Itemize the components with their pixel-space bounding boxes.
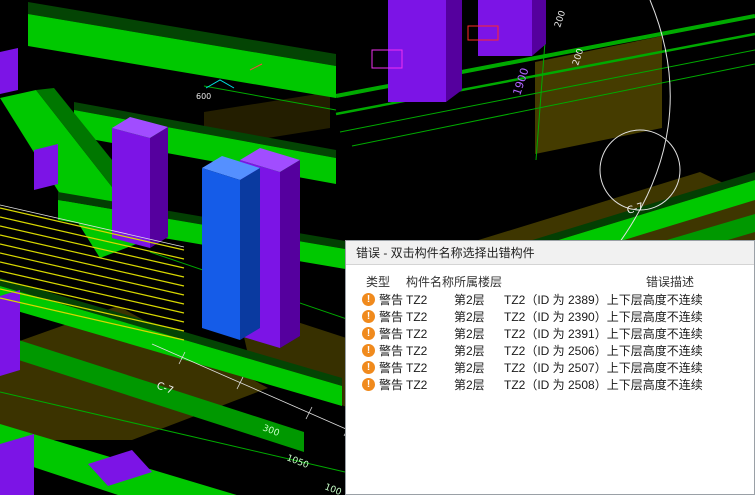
error-component-name[interactable]: TZ2 (406, 327, 454, 341)
error-floor: 第2层 (454, 378, 485, 392)
error-type-cell: ! 警告 (346, 359, 406, 376)
column-header-floor: 所属楼层 (454, 274, 503, 289)
error-row[interactable]: ! 警告 TZ2 第2层 TZ2（ID 为 2389）上下层高度不连续 (346, 291, 754, 308)
warning-icon: ! (362, 327, 375, 340)
column-blue (202, 156, 260, 340)
error-panel: 错误 - 双击构件名称选择出错构件 类型 构件名称 所属楼层 错误描述 ! 警告… (345, 240, 755, 495)
error-row[interactable]: ! 警告 TZ2 第2层 TZ2（ID 为 2390）上下层高度不连续 (346, 308, 754, 325)
error-floor: 第2层 (454, 361, 485, 375)
error-description: TZ2（ID 为 2391）上下层高度不连续 (504, 327, 703, 341)
error-description: TZ2（ID 为 2390）上下层高度不连续 (504, 310, 703, 324)
error-component-name[interactable]: TZ2 (406, 361, 454, 375)
error-row[interactable]: ! 警告 TZ2 第2层 TZ2（ID 为 2508）上下层高度不连续 (346, 376, 754, 393)
error-type-cell: ! 警告 (346, 342, 406, 359)
error-type-label: 警告 (379, 378, 404, 392)
column-header-description: 错误描述 (646, 274, 695, 289)
column-header-name: 构件名称 (406, 274, 454, 289)
error-floor: 第2层 (454, 293, 485, 307)
error-row[interactable]: ! 警告 TZ2 第2层 TZ2（ID 为 2507）上下层高度不连续 (346, 359, 754, 376)
error-description: TZ2（ID 为 2508）上下层高度不连续 (504, 378, 703, 392)
error-floor: 第2层 (454, 327, 485, 341)
error-floor: 第2层 (454, 344, 485, 358)
error-type-cell: ! 警告 (346, 291, 406, 308)
dim-label-600: 600 (196, 92, 211, 101)
warning-icon: ! (362, 344, 375, 357)
warning-icon: ! (362, 361, 375, 374)
error-type-label: 警告 (379, 327, 404, 341)
error-table-header: 类型 构件名称 所属楼层 错误描述 (346, 271, 754, 291)
error-type-cell: ! 警告 (346, 376, 406, 393)
error-description: TZ2（ID 为 2389）上下层高度不连续 (504, 293, 703, 307)
error-type-label: 警告 (379, 361, 404, 375)
column-header-type: 类型 (366, 274, 391, 289)
error-type-cell: ! 警告 (346, 308, 406, 325)
error-row[interactable]: ! 警告 TZ2 第2层 TZ2（ID 为 2506）上下层高度不连续 (346, 342, 754, 359)
warning-icon: ! (362, 378, 375, 391)
warning-icon: ! (362, 310, 375, 323)
error-type-label: 警告 (379, 310, 404, 324)
warning-icon: ! (362, 293, 375, 306)
error-panel-title: 错误 - 双击构件名称选择出错构件 (346, 241, 754, 265)
error-component-name[interactable]: TZ2 (406, 344, 454, 358)
error-component-name[interactable]: TZ2 (406, 293, 454, 307)
error-type-cell: ! 警告 (346, 325, 406, 342)
error-row[interactable]: ! 警告 TZ2 第2层 TZ2（ID 为 2391）上下层高度不连续 (346, 325, 754, 342)
error-description: TZ2（ID 为 2507）上下层高度不连续 (504, 361, 703, 375)
error-component-name[interactable]: TZ2 (406, 310, 454, 324)
error-type-label: 警告 (379, 293, 404, 307)
error-component-name[interactable]: TZ2 (406, 378, 454, 392)
error-description: TZ2（ID 为 2506）上下层高度不连续 (504, 344, 703, 358)
error-table: 类型 构件名称 所属楼层 错误描述 ! 警告 TZ2 第2层 TZ2（ID 为 … (346, 265, 754, 494)
error-floor: 第2层 (454, 310, 485, 324)
error-type-label: 警告 (379, 344, 404, 358)
